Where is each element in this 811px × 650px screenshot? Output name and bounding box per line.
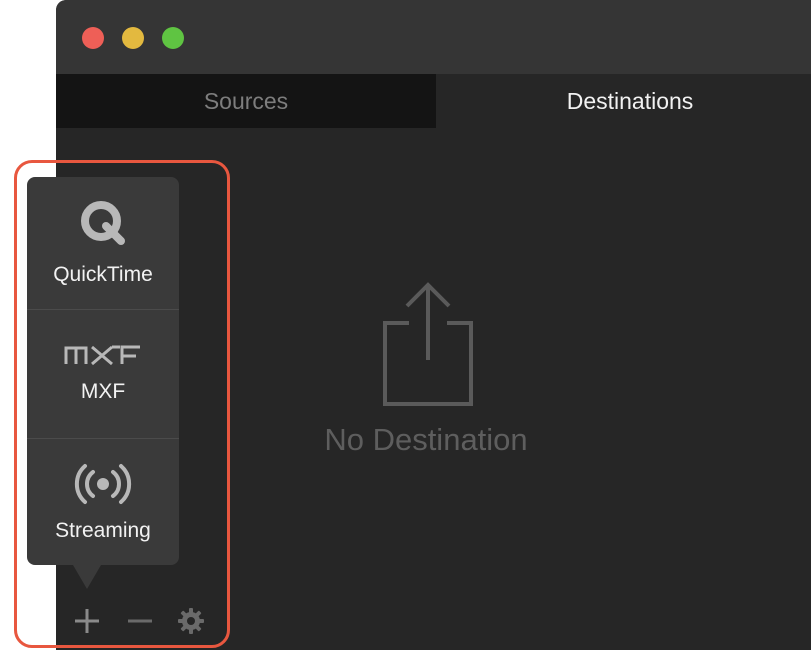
mxf-icon (64, 345, 140, 366)
quicktime-label: QuickTime (53, 263, 153, 286)
tab-sources[interactable]: Sources (56, 74, 436, 128)
streaming-label: Streaming (55, 519, 151, 542)
streaming-icon (74, 464, 132, 504)
quicktime-icon (81, 201, 125, 245)
tab-bar: Sources Destinations (56, 74, 811, 128)
title-bar (56, 0, 811, 74)
remove-button[interactable] (125, 606, 155, 636)
popover-item-mxf[interactable]: MXF (27, 309, 179, 438)
empty-state-text: No Destination (324, 422, 528, 457)
destination-toolbar (56, 600, 226, 644)
maximize-window-button[interactable] (162, 27, 184, 49)
gear-icon[interactable] (176, 606, 206, 636)
close-window-button[interactable] (82, 27, 104, 49)
tab-destinations[interactable]: Destinations (436, 74, 811, 128)
tab-sources-label: Sources (203, 87, 289, 114)
tab-destinations-label: Destinations (566, 87, 694, 114)
destination-type-popover: QuickTime MXF Streaming (27, 177, 179, 565)
add-button[interactable] (72, 606, 102, 636)
popover-arrow (73, 565, 101, 589)
share-icon (383, 282, 473, 406)
popover-item-streaming[interactable]: Streaming (27, 438, 179, 565)
minimize-window-button[interactable] (122, 27, 144, 49)
popover-item-quicktime[interactable]: QuickTime (27, 177, 179, 309)
mxf-label: MXF (80, 380, 126, 403)
